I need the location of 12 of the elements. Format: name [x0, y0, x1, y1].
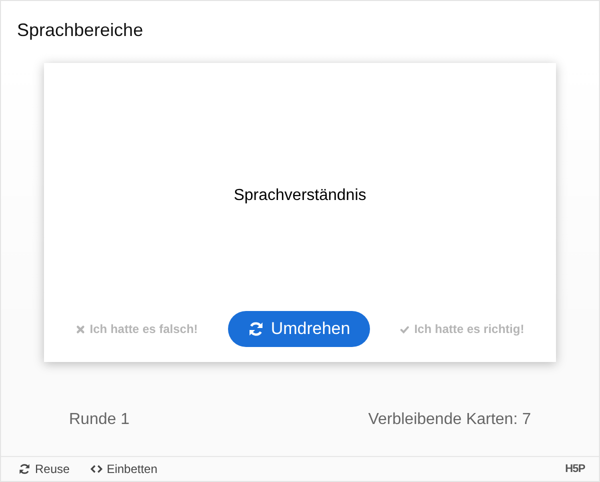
reuse-button[interactable]: Reuse: [18, 462, 70, 476]
x-icon: [76, 324, 85, 334]
card-text: Sprachverständnis: [232, 186, 368, 206]
refresh-icon: [248, 321, 264, 337]
refresh-icon: [18, 463, 31, 475]
embed-button[interactable]: Einbetten: [90, 462, 158, 476]
code-icon: [90, 463, 103, 475]
round-label: Runde 1: [69, 411, 130, 429]
remaining-cards-label: Verbleibende Karten: 7: [368, 411, 531, 429]
logo[interactable]: H5P: [565, 463, 585, 475]
flip-button[interactable]: Umdrehen: [228, 311, 370, 347]
check-icon: [400, 324, 410, 334]
